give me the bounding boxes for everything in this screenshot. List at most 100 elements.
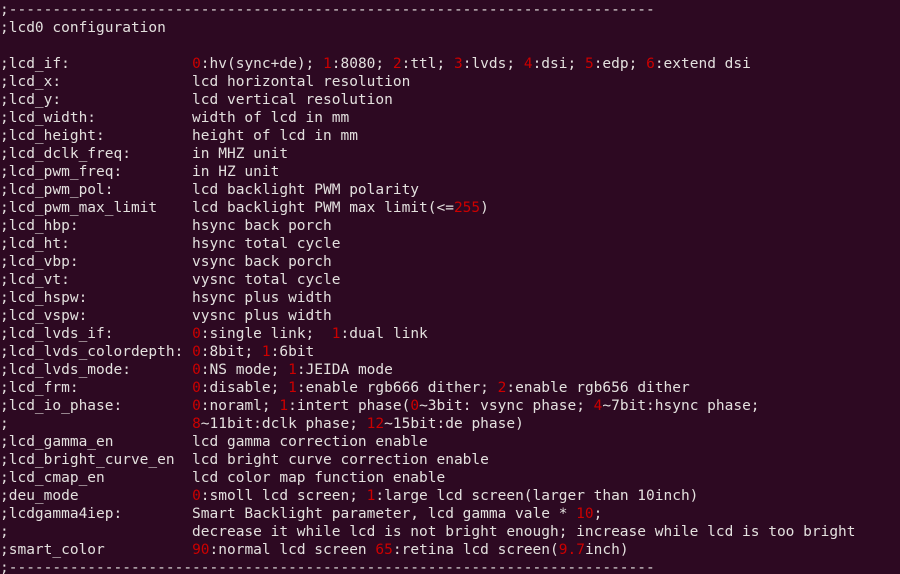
- text-run: :extend dsi: [654, 56, 751, 72]
- option-value: 65: [375, 542, 393, 558]
- text-run: ;lcd_frm:: [0, 380, 193, 396]
- terminal-line-lcd_bright_curve_en: ;lcd_bright_curve_en lcd bright curve co…: [0, 451, 856, 469]
- text-run: ;lcd_gamma_en lcd gamma correction enabl…: [0, 434, 428, 450]
- text-run: ): [480, 200, 489, 216]
- option-value: 1: [288, 380, 297, 396]
- terminal-line-lcdgamma4iep_cont: ; decrease it while lcd is not bright en…: [0, 523, 856, 541]
- text-run: ;lcd_pwm_pol: lcd backlight PWM polarity: [0, 182, 420, 198]
- option-value: 0: [192, 380, 201, 396]
- text-run: :enable rgb656 dither: [506, 380, 690, 396]
- text-run: ;lcd_lvds_if:: [0, 326, 193, 342]
- text-run: inch): [584, 542, 629, 558]
- option-value: 3: [453, 56, 463, 72]
- terminal-line-lcd_width: ;lcd_width: width of lcd in mm: [0, 109, 856, 127]
- text-run: ;lcd_pwm_max_limit lcd backlight PWM max…: [0, 200, 454, 216]
- text-run: ; decrease it while lcd is not bright en…: [0, 524, 856, 540]
- text-run: ;lcd_lvds_mode:: [0, 362, 193, 378]
- terminal-line-lcdgamma4iep: ;lcdgamma4iep: Smart Backlight parameter…: [0, 505, 856, 523]
- text-run: :large lcd screen(larger than 10inch): [375, 488, 699, 504]
- terminal-line-lcd_vspw: ;lcd_vspw: vysnc plus width: [0, 307, 856, 325]
- option-value: 90: [192, 542, 210, 558]
- terminal-line-lcd_frm: ;lcd_frm: 0:disable; 1:enable rgb666 dit…: [0, 379, 856, 397]
- text-run: ;: [593, 506, 603, 522]
- terminal-line-lcd_pwm_freq: ;lcd_pwm_freq: in HZ unit: [0, 163, 856, 181]
- option-value: 1: [279, 398, 289, 414]
- terminal-line-lcd_height: ;lcd_height: height of lcd in mm: [0, 127, 856, 145]
- terminal-line-lcd_hspw: ;lcd_hspw: hsync plus width: [0, 289, 856, 307]
- terminal-line-lcd_vbp: ;lcd_vbp: vsync back porch: [0, 253, 856, 271]
- text-run: ;lcd_width: width of lcd in mm: [0, 110, 350, 126]
- text-run: :dual link: [340, 326, 428, 342]
- option-value: 4: [523, 56, 533, 72]
- text-run: ~11bit:dclk phase;: [200, 416, 367, 432]
- text-run: :6bit: [270, 344, 315, 360]
- text-run: :8bit;: [200, 344, 262, 360]
- text-run: ~7bit:hsync phase;: [602, 398, 760, 414]
- text-run: :8080;: [331, 56, 393, 72]
- text-run: :noraml;: [200, 398, 280, 414]
- terminal-line-lcd_lvds_mode: ;lcd_lvds_mode: 0:NS mode; 1:JEIDA mode: [0, 361, 856, 379]
- text-run: :ttl;: [401, 56, 454, 72]
- terminal-line-sep-bottom: ;---------------------------------------…: [0, 559, 856, 574]
- text-run: :disable;: [200, 380, 289, 396]
- text-run: ;smart_color: [0, 542, 193, 558]
- terminal-line-lcd_io_phase: ;lcd_io_phase: 0:noraml; 1:intert phase(…: [0, 397, 856, 415]
- option-value: 0: [192, 344, 201, 360]
- text-run: :intert phase(: [288, 398, 411, 414]
- terminal-line-lcd_lvds_if: ;lcd_lvds_if: 0:single link; 1:dual link: [0, 325, 856, 343]
- terminal-window[interactable]: ;---------------------------------------…: [0, 0, 900, 574]
- option-value: 12: [366, 416, 385, 432]
- terminal-line-lcd_hbp: ;lcd_hbp: hsync back porch: [0, 217, 856, 235]
- option-value: 0: [192, 488, 201, 504]
- option-value: 0: [192, 326, 201, 342]
- terminal-line-lcd_lvds_colordepth: ;lcd_lvds_colordepth: 0:8bit; 1:6bit: [0, 343, 856, 361]
- text-run: ;lcdgamma4iep: Smart Backlight parameter…: [0, 506, 577, 522]
- text-run: :lvds;: [462, 56, 524, 72]
- text-run: ;lcd_bright_curve_en lcd bright curve co…: [0, 452, 489, 468]
- text-run: ;lcd_y: lcd vertical resolution: [0, 92, 393, 108]
- option-value: 1: [261, 344, 271, 360]
- text-run: :single link;: [200, 326, 332, 342]
- text-run: :NS mode;: [200, 362, 289, 378]
- text-run: ;lcd_vspw: vysnc plus width: [0, 308, 332, 324]
- text-run: ;lcd_ht: hsync total cycle: [0, 236, 341, 252]
- terminal-line-title: ;lcd0 configuration: [0, 19, 856, 37]
- terminal-text-buffer: ;---------------------------------------…: [0, 1, 856, 574]
- terminal-line-lcd_if: ;lcd_if: 0:hv(sync+de); 1:8080; 2:ttl; 3…: [0, 55, 856, 73]
- text-run: ;lcd_cmap_en lcd color map function enab…: [0, 470, 446, 486]
- terminal-line-deu_mode: ;deu_mode 0:smoll lcd screen; 1:large lc…: [0, 487, 856, 505]
- text-run: :dsi;: [532, 56, 585, 72]
- option-value: 5: [584, 56, 594, 72]
- option-value: 9.7: [558, 542, 585, 558]
- terminal-line-lcd_dclk_freq: ;lcd_dclk_freq: in MHZ unit: [0, 145, 856, 163]
- text-run: ;deu_mode: [0, 488, 193, 504]
- text-run: ;lcd_vbp: vsync back porch: [0, 254, 332, 270]
- text-run: ;---------------------------------------…: [0, 2, 655, 18]
- terminal-line-lcd_io_phase_cont: ; 8~11bit:dclk phase; 12~15bit:de phase): [0, 415, 856, 433]
- text-run: ;: [0, 416, 193, 432]
- terminal-line-lcd_pwm_pol: ;lcd_pwm_pol: lcd backlight PWM polarity: [0, 181, 856, 199]
- text-run: ;lcd_x: lcd horizontal resolution: [0, 74, 411, 90]
- option-value: 8: [192, 416, 201, 432]
- text-run: :retina lcd screen(: [392, 542, 559, 558]
- terminal-line-lcd_y: ;lcd_y: lcd vertical resolution: [0, 91, 856, 109]
- option-value: 6: [646, 56, 655, 72]
- terminal-line-smart_color: ;smart_color 90:normal lcd screen 65:ret…: [0, 541, 856, 559]
- option-value: 2: [392, 56, 402, 72]
- terminal-line-lcd_vt: ;lcd_vt: vysnc total cycle: [0, 271, 856, 289]
- text-run: ;lcd_height: height of lcd in mm: [0, 128, 358, 144]
- terminal-line-blank-1: [0, 37, 856, 55]
- option-value: 1: [288, 362, 297, 378]
- option-value: 0: [192, 362, 201, 378]
- text-run: :enable rgb666 dither;: [296, 380, 498, 396]
- option-value: 10: [576, 506, 594, 522]
- text-run: ;lcd_io_phase:: [0, 398, 193, 414]
- text-run: ;lcd_if:: [0, 56, 193, 72]
- terminal-line-lcd_gamma_en: ;lcd_gamma_en lcd gamma correction enabl…: [0, 433, 856, 451]
- text-run: :normal lcd screen: [209, 542, 376, 558]
- option-value: 1: [323, 56, 332, 72]
- text-run: ;lcd_vt: vysnc total cycle: [0, 272, 341, 288]
- terminal-line-lcd_pwm_max_limit: ;lcd_pwm_max_limit lcd backlight PWM max…: [0, 199, 856, 217]
- text-run: :JEIDA mode: [296, 362, 393, 378]
- text-run: ~3bit: vsync phase;: [419, 398, 594, 414]
